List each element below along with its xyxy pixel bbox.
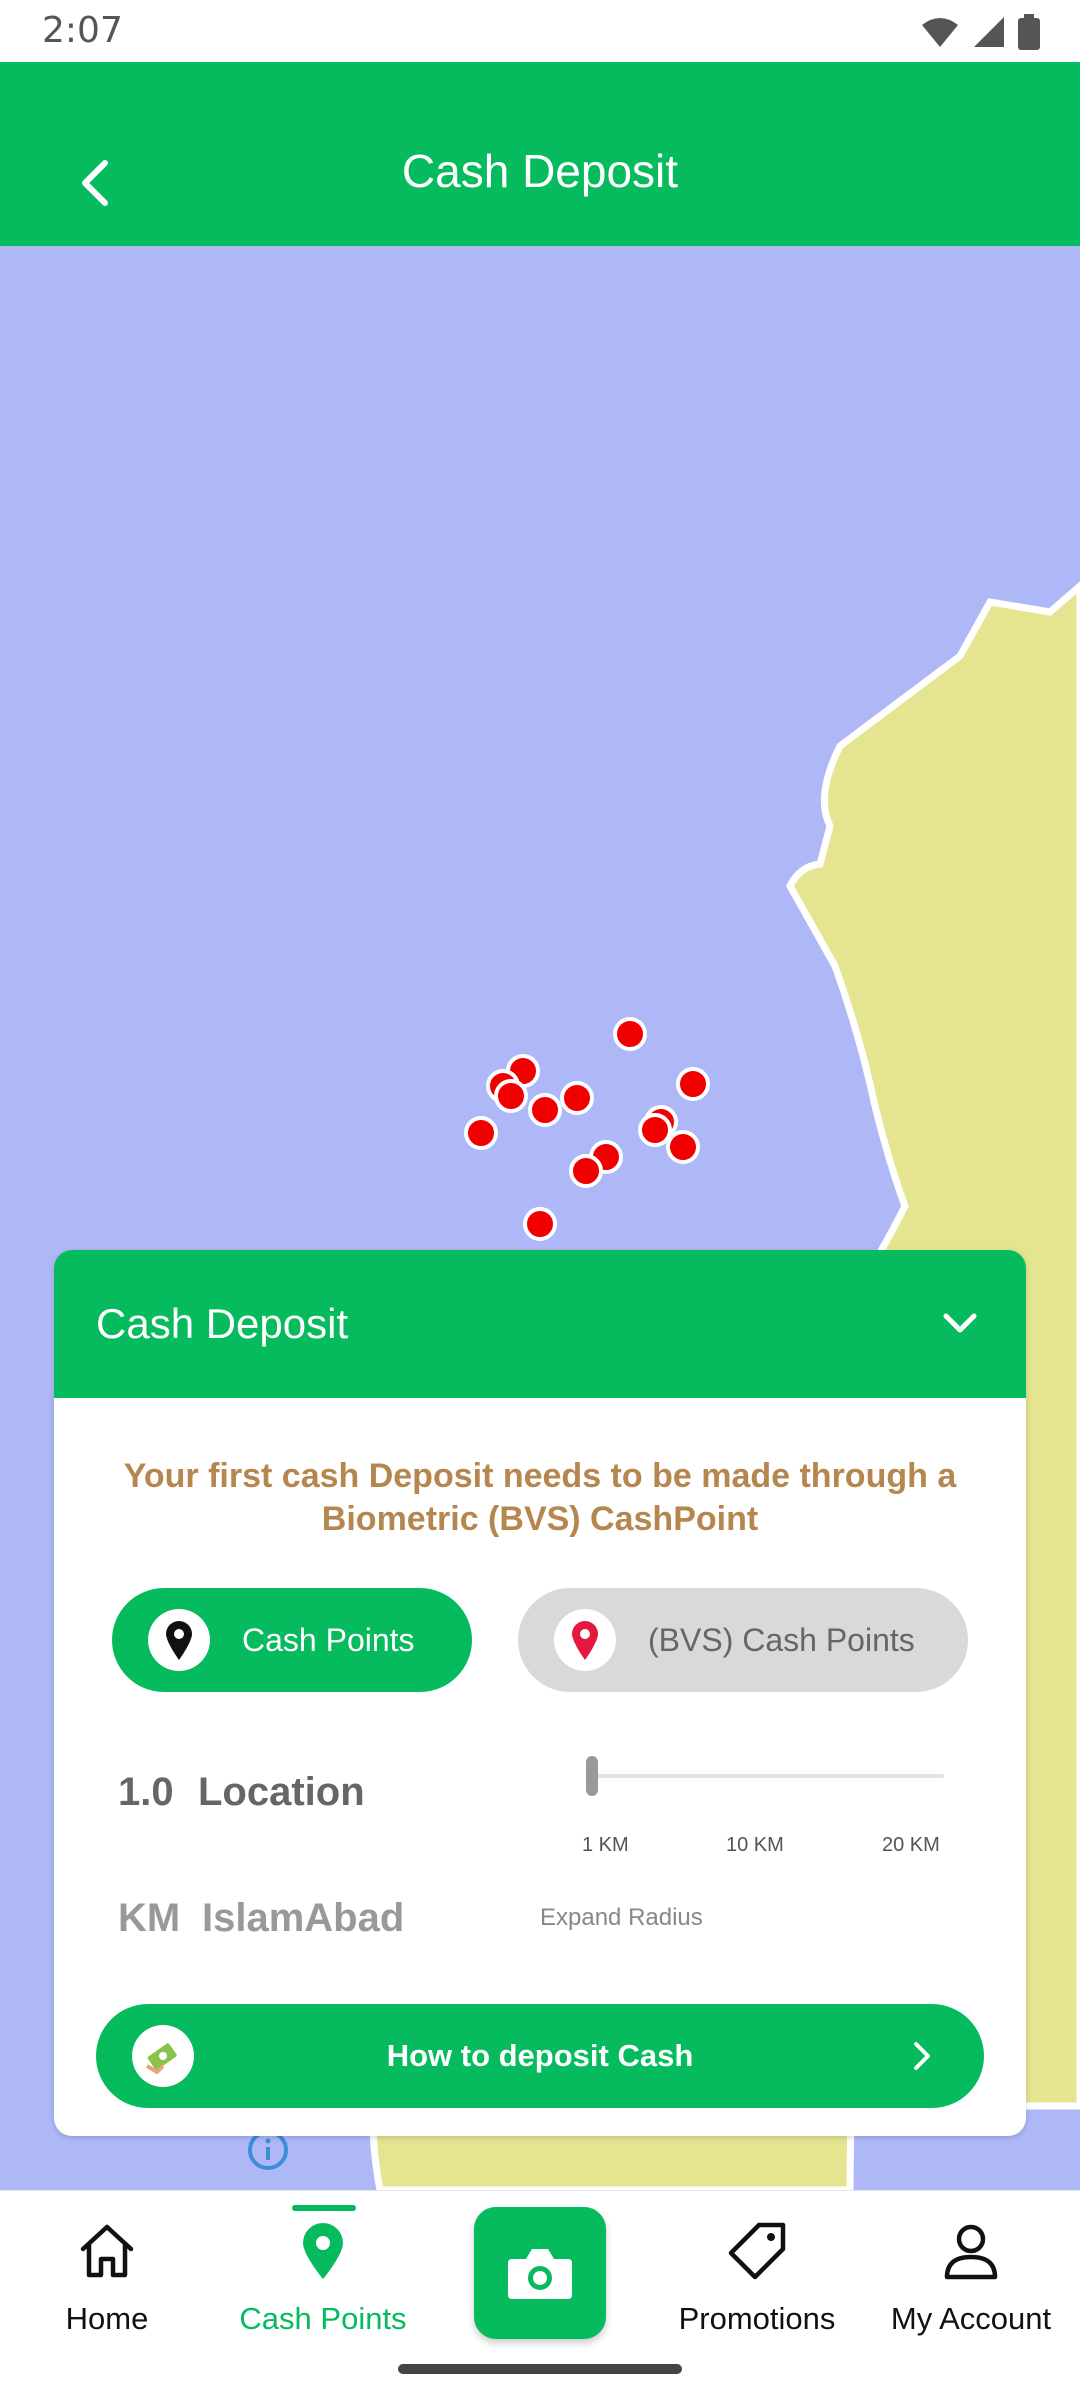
status-time: 2:07: [42, 10, 123, 51]
cash-points-filter[interactable]: Cash Points: [112, 1588, 472, 1692]
page-title: Cash Deposit: [401, 145, 679, 197]
status-bar: 2:07: [0, 0, 1080, 62]
radius-slider-track[interactable]: [592, 1774, 944, 1778]
battery-icon: [1018, 14, 1040, 50]
bvs-filter-label: (BVS) Cash Points: [648, 1621, 915, 1658]
app-bar: Cash Deposit: [0, 62, 1080, 246]
nav-my-account[interactable]: My Account: [866, 2219, 1076, 2337]
nav-promotions[interactable]: Promotions: [652, 2219, 862, 2337]
map-marker: [560, 1081, 594, 1115]
map-marker: [666, 1130, 700, 1164]
radius-unit: KM: [118, 1896, 181, 1940]
status-icons: [920, 14, 1040, 50]
map-marker: [676, 1067, 710, 1101]
expand-radius-label: Expand Radius: [540, 1904, 703, 1931]
chevron-down-icon[interactable]: [936, 1300, 984, 1348]
how-to-deposit-label: How to deposit Cash: [386, 2038, 694, 2073]
pin-icon-circle: [554, 1609, 616, 1671]
tag-icon: [728, 2222, 786, 2280]
nav-cash-points[interactable]: Cash Points: [218, 2219, 428, 2337]
nav-cash-points-label: Cash Points: [239, 2301, 407, 2336]
user-icon: [944, 2224, 998, 2280]
panel-title: Cash Deposit: [96, 1300, 349, 1347]
cash-deposit-panel: Cash Deposit Your first cash Deposit nee…: [54, 1250, 1026, 2136]
cash-point-markers: [464, 1017, 710, 1241]
radius-slider-thumb[interactable]: [586, 1756, 598, 1796]
map-marker: [464, 1116, 498, 1150]
location-pin-icon: [166, 1621, 192, 1660]
active-tab-indicator: [292, 2205, 356, 2211]
city-name: IslamAbad: [202, 1896, 405, 1940]
map-marker: [638, 1113, 672, 1147]
camera-button[interactable]: [474, 2207, 606, 2339]
slider-tick-10km: 10 KM: [726, 1834, 784, 1856]
slider-tick-1km: 1 KM: [582, 1834, 629, 1856]
radius-value: 1.0: [118, 1770, 174, 1814]
home-icon: [80, 2224, 134, 2278]
home-indicator: [398, 2364, 682, 2374]
radius-location-label: Location: [198, 1770, 365, 1814]
nav-home-label: Home: [65, 2301, 149, 2336]
location-pin-icon: [303, 2223, 343, 2279]
map-marker: [523, 1207, 557, 1241]
how-to-deposit-button[interactable]: How to deposit Cash: [96, 2004, 984, 2108]
signal-icon: [974, 17, 1004, 47]
nav-my-account-label: My Account: [890, 2301, 1052, 2336]
map-marker: [569, 1154, 603, 1188]
map-marker: [528, 1093, 562, 1127]
wifi-icon: [922, 18, 958, 47]
bvs-notice: Your first cash Deposit needs to be made…: [123, 1457, 957, 1538]
chevron-right-icon: [914, 2042, 930, 2070]
nav-home[interactable]: Home: [2, 2219, 212, 2337]
red-location-pin-icon: [572, 1621, 598, 1660]
map-marker: [613, 1017, 647, 1051]
panel-header[interactable]: Cash Deposit: [54, 1250, 1026, 1398]
slider-tick-20km: 20 KM: [882, 1834, 940, 1856]
pin-icon-circle: [148, 1609, 210, 1671]
camera-icon: [508, 2249, 572, 2299]
bvs-cash-points-filter[interactable]: (BVS) Cash Points: [518, 1588, 968, 1692]
map-marker: [494, 1079, 528, 1113]
nav-promotions-label: Promotions: [678, 2301, 836, 2336]
cash-points-filter-label: Cash Points: [242, 1621, 415, 1658]
